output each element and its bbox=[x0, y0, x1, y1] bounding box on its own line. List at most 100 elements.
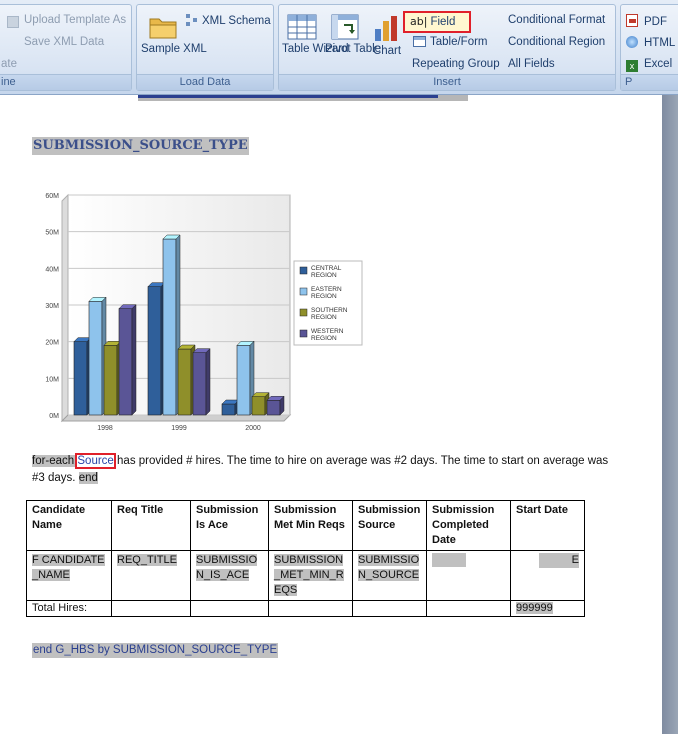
repeating-group-button[interactable]: Repeating Group bbox=[412, 58, 500, 70]
x-tick-label: 1999 bbox=[171, 425, 187, 432]
total-empty-cell bbox=[426, 600, 511, 617]
page-shadow bbox=[662, 95, 678, 734]
cell-submission-is-ace[interactable]: SUBMISSION_IS_ACE bbox=[190, 550, 269, 601]
bar-1999-southern-region bbox=[177, 344, 196, 416]
chart-floor bbox=[60, 414, 292, 422]
y-tick-label: 20M bbox=[45, 340, 59, 347]
template-group-label: ine bbox=[0, 74, 131, 90]
bar-1998-southern-region bbox=[103, 340, 122, 416]
bar-1999-western-region bbox=[192, 348, 211, 416]
upload-template-icon bbox=[7, 16, 19, 28]
legend-label: REGION bbox=[311, 293, 337, 300]
pivot-table-button[interactable]: Pivot Table bbox=[325, 13, 381, 56]
table-wizard-icon bbox=[287, 14, 317, 40]
chart-button[interactable]: Chart bbox=[368, 13, 406, 58]
preview-group: PDF HTML x Excel P bbox=[620, 4, 678, 91]
bar-1998-western-region bbox=[118, 304, 137, 416]
source-field[interactable]: Source bbox=[75, 453, 116, 469]
schema-icon bbox=[185, 14, 199, 26]
header-submission-completed-date: Submission Completed Date bbox=[426, 500, 511, 551]
legend-label: REGION bbox=[311, 272, 337, 279]
completed-date-field[interactable] bbox=[432, 553, 466, 567]
legend-label: REGION bbox=[311, 335, 337, 342]
x-tick-label: 2000 bbox=[245, 425, 261, 432]
bar-chart[interactable]: 0M 10M 20M 30M 40M 50M 60M 1998 1999 2000 CENTRA… bbox=[28, 187, 368, 439]
load-data-group: Sample XML XML Schema Load Data bbox=[136, 4, 274, 91]
header-submission-source: Submission Source bbox=[352, 500, 427, 551]
total-empty-cell bbox=[352, 600, 427, 617]
bar-2000-western-region bbox=[266, 395, 285, 416]
insert-group: Table Wizard Pivot Table Chart ab|Field bbox=[278, 4, 616, 91]
legend-label: SOUTHERN bbox=[311, 307, 348, 314]
cell-submission-completed-date[interactable] bbox=[426, 550, 511, 601]
total-hires-value[interactable]: 999999 bbox=[510, 600, 585, 617]
end-field[interactable]: end bbox=[78, 472, 98, 484]
chart-icon bbox=[375, 16, 397, 41]
cell-submission-source[interactable]: SUBMISSION_SOURCE bbox=[352, 550, 427, 601]
bar-1998-eastern-region bbox=[88, 296, 107, 416]
legend-swatch bbox=[299, 266, 308, 275]
header-req-title: Req Title bbox=[111, 500, 191, 551]
legend-label: WESTERN bbox=[311, 328, 344, 335]
sample-xml-button[interactable]: Sample XML bbox=[141, 13, 207, 56]
paragraph-text: has provided # hires. The time to hire o… bbox=[32, 455, 609, 484]
conditional-region-button[interactable]: Conditional Region bbox=[508, 36, 605, 48]
x-tick-label: 1998 bbox=[97, 425, 113, 432]
y-tick-label: 40M bbox=[45, 266, 59, 273]
total-empty-cell bbox=[111, 600, 191, 617]
template-group: Upload Template As Save XML Data ate ine bbox=[0, 4, 132, 91]
bar-1999-central-region bbox=[147, 282, 166, 416]
table-header-row: Candidate Name Req Title Submission Is A… bbox=[26, 500, 585, 551]
pdf-icon bbox=[626, 14, 638, 27]
bar-2000-central-region bbox=[221, 399, 240, 416]
legend-label: EASTERN bbox=[311, 286, 342, 293]
bar-1999-eastern-region bbox=[162, 234, 181, 416]
save-xml-data-button[interactable]: Save XML Data bbox=[24, 36, 104, 48]
header-candidate-name: Candidate Name bbox=[26, 500, 112, 551]
table-wizard-button[interactable]: Table Wizard bbox=[282, 13, 348, 56]
text-field-icon: ab| bbox=[410, 15, 428, 28]
excel-icon: x bbox=[626, 60, 638, 72]
table-data-row: F CANDIDATE_NAME REQ_TITLE SUBMISSION_IS… bbox=[26, 550, 585, 601]
legend-label: REGION bbox=[311, 314, 337, 321]
cell-start-date[interactable]: E bbox=[510, 550, 585, 601]
bar-2000-eastern-region bbox=[236, 340, 255, 416]
y-tick-label: 10M bbox=[45, 376, 59, 383]
field-button[interactable]: ab| Field bbox=[403, 11, 471, 33]
y-tick-label: 60M bbox=[45, 193, 59, 200]
pivot-table-icon bbox=[331, 14, 359, 40]
cut-off-button[interactable]: ate bbox=[1, 58, 17, 70]
legend-swatch bbox=[299, 287, 308, 296]
conditional-format-button[interactable]: Conditional Format bbox=[508, 14, 605, 26]
cell-req-title[interactable]: REQ_TITLE bbox=[111, 550, 191, 601]
pdf-button[interactable]: PDF bbox=[626, 14, 667, 28]
previous-field-underline bbox=[138, 95, 438, 98]
table-form-icon bbox=[413, 36, 426, 47]
x-axis-ticks: 1998 1999 2000 bbox=[97, 425, 261, 432]
legend-swatch bbox=[299, 308, 308, 317]
group-heading-field[interactable]: SUBMISSION_SOURCE_TYPE bbox=[32, 137, 249, 155]
all-fields-button[interactable]: All Fields bbox=[508, 58, 555, 70]
header-submission-met-min-reqs: Submission Met Min Reqs bbox=[268, 500, 353, 551]
ribbon: Upload Template As Save XML Data ate ine… bbox=[0, 0, 678, 95]
for-each-field[interactable]: for-each bbox=[32, 455, 78, 467]
legend-swatch bbox=[299, 329, 308, 338]
document-page: SUBMISSION_SOURCE_TYPE 0M 10M 20M 30M 40M 50M… bbox=[0, 95, 662, 734]
for-each-paragraph: for-each Source has provided # hires. Th… bbox=[32, 453, 612, 487]
total-hires-label: Total Hires: bbox=[26, 600, 112, 617]
html-icon bbox=[626, 36, 638, 48]
xml-schema-button[interactable]: XML Schema bbox=[185, 14, 271, 27]
table-form-button[interactable]: Table/Form bbox=[413, 36, 488, 48]
y-tick-label: 30M bbox=[45, 303, 59, 310]
upload-template-button[interactable]: Upload Template As bbox=[24, 14, 126, 26]
insert-label: Insert bbox=[279, 74, 615, 90]
excel-button[interactable]: x Excel bbox=[626, 58, 672, 72]
end-group-field[interactable]: end G_HBS by SUBMISSION_SOURCE_TYPE bbox=[32, 643, 279, 658]
legend-label: CENTRAL bbox=[311, 265, 342, 272]
y-tick-label: 0M bbox=[49, 413, 59, 420]
cell-submission-met-min-reqs[interactable]: SUBMISSION_MET_MIN_REQS bbox=[268, 550, 353, 601]
html-button[interactable]: HTML bbox=[626, 36, 675, 49]
cell-candidate-name[interactable]: F CANDIDATE_NAME bbox=[26, 550, 112, 601]
total-empty-cell bbox=[190, 600, 269, 617]
y-tick-label: 50M bbox=[45, 230, 59, 237]
